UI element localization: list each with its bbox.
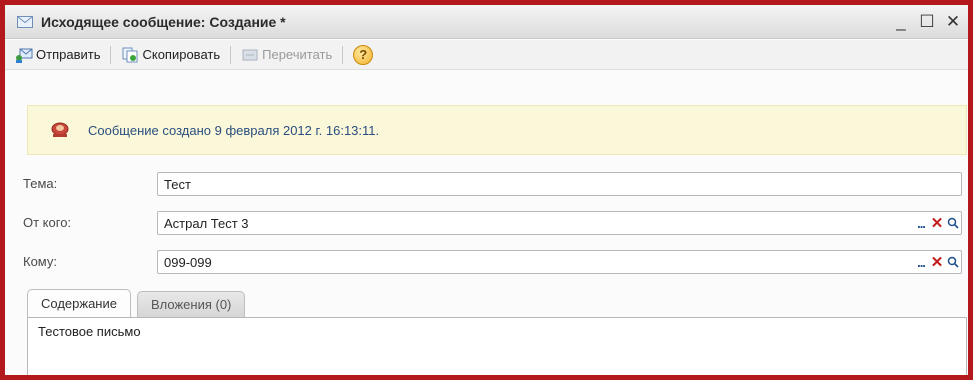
from-choose-button[interactable]: ... [913,216,929,231]
subject-input[interactable]: Тест [157,172,962,196]
toolbar-divider [342,45,344,64]
toolbar-divider [230,45,232,64]
subject-value: Тест [164,176,191,192]
envelope-icon [17,15,33,28]
to-value: 099-099 [164,254,212,270]
copy-button[interactable]: Скопировать [117,43,224,67]
magnifier-icon [947,256,959,268]
from-clear-button[interactable]: ✕ [929,214,945,232]
from-actions: ... ✕ [913,212,961,234]
to-open-button[interactable] [945,256,961,268]
info-stamp-icon [50,121,70,139]
tab-content[interactable]: Содержание [27,289,131,317]
window-controls: _ ☐ ✕ [890,5,968,39]
to-clear-button[interactable]: ✕ [929,253,945,271]
reread-icon [241,46,259,64]
info-panel: Сообщение создано 9 февраля 2012 г. 16:1… [27,105,967,155]
send-icon [15,46,33,64]
from-value: Астрал Тест 3 [164,215,249,231]
help-icon: ? [353,44,374,65]
from-label: От кого: [23,215,72,230]
copy-icon [121,46,139,64]
magnifier-icon [947,217,959,229]
maximize-button[interactable]: ☐ [916,11,938,33]
window-frame: Исходящее сообщение: Создание * _ ☐ ✕ От… [0,0,973,380]
from-open-button[interactable] [945,217,961,229]
to-choose-button[interactable]: ... [913,255,929,270]
title-bar: Исходящее сообщение: Создание * _ ☐ ✕ [5,5,968,39]
toolbar-divider [110,45,112,64]
reread-button[interactable]: Перечитать [237,43,336,67]
to-input[interactable]: 099-099 ... ✕ [157,250,962,274]
to-actions: ... ✕ [913,251,961,273]
to-label: Кому: [23,254,57,269]
toolbar: Отправить Скопировать Перечитать ? [5,40,968,70]
window-title: Исходящее сообщение: Создание * [41,13,286,30]
info-message: Сообщение создано 9 февраля 2012 г. 16:1… [88,122,380,138]
send-label: Отправить [36,47,101,62]
close-button[interactable]: ✕ [942,11,964,33]
message-body-textarea[interactable]: Тестовое письмо [27,317,967,375]
help-button[interactable]: ? [349,43,377,67]
send-button[interactable]: Отправить [11,43,104,67]
copy-label: Скопировать [142,47,221,62]
reread-label: Перечитать [262,47,333,62]
tab-attachments[interactable]: Вложения (0) [136,291,246,317]
from-input[interactable]: Астрал Тест 3 ... ✕ [157,211,962,235]
tab-strip: Содержание Вложения (0) [27,289,251,317]
minimize-button[interactable]: _ [890,11,912,33]
subject-label: Тема: [23,176,58,191]
message-body-text: Тестовое письмо [38,324,141,339]
